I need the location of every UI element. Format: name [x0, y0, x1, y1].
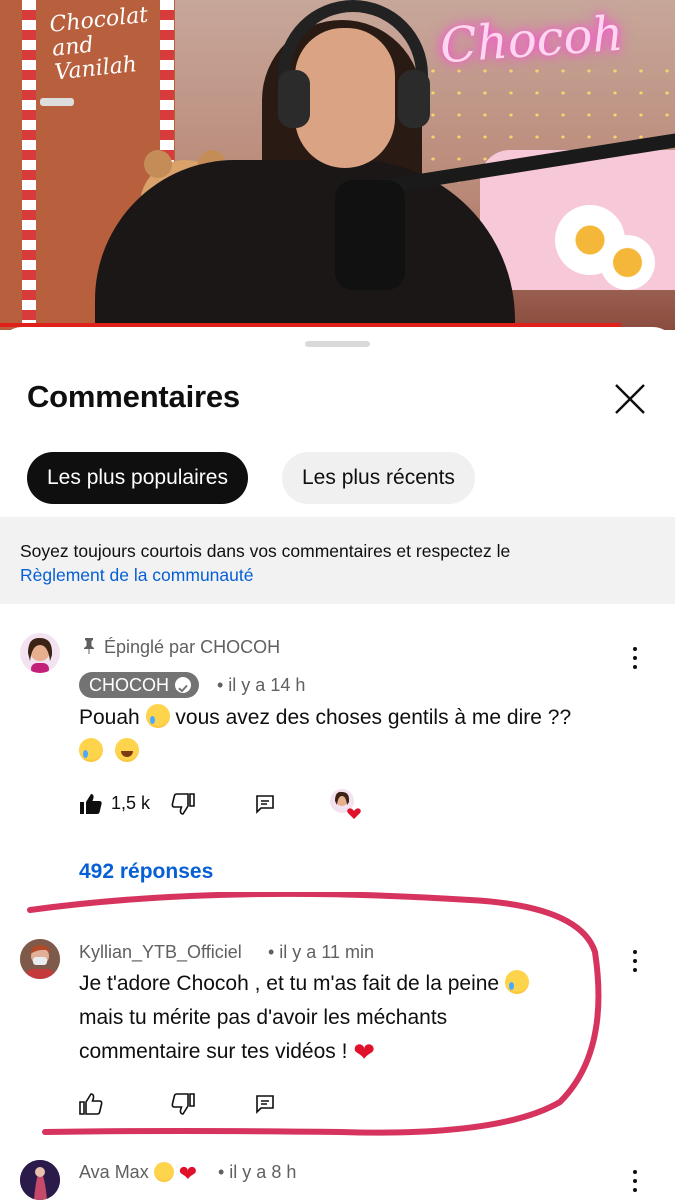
avatar[interactable] — [20, 633, 60, 673]
reply-icon[interactable] — [255, 1094, 275, 1114]
reply-icon[interactable] — [255, 794, 275, 814]
red-heart-emoji-icon: ❤ — [353, 1037, 376, 1067]
avatar[interactable] — [20, 1160, 60, 1200]
crying-emoji-icon — [145, 704, 170, 728]
view-replies-link[interactable]: 492 réponses — [79, 860, 213, 884]
comment-text-part: vous avez des choses gentils à me dire ?… — [175, 706, 572, 729]
comment-time: • il y a 14 h — [217, 675, 306, 695]
comments-sheet: Commentaires Les plus populaires Les plu… — [0, 327, 675, 1200]
sort-chip-recent[interactable]: Les plus récents — [282, 452, 475, 504]
comment-time: • il y a 11 min — [268, 942, 375, 962]
door-handle — [40, 98, 74, 106]
community-notice: Soyez toujours courtois dans vos comment… — [0, 517, 675, 604]
community-guidelines-link[interactable]: Règlement de la communauté — [20, 563, 655, 587]
crying-emoji-icon — [504, 970, 529, 994]
creator-heart-icon — [329, 788, 363, 822]
comment-text-part: Pouah — [79, 706, 140, 729]
like-count: 1,5 k — [111, 793, 151, 813]
author-badge[interactable]: CHOCOH — [79, 672, 199, 698]
headphone-earcup — [398, 70, 430, 128]
comment-text-line: commentaire sur tes vidéos ! — [79, 1040, 348, 1063]
comment-text-line: Je t'adore Chocoh , et tu m'as fait de l… — [79, 972, 500, 995]
microphone — [335, 180, 405, 290]
like-filled-icon[interactable] — [79, 793, 103, 815]
flower-pillow — [600, 235, 655, 290]
comment-options-icon[interactable] — [625, 643, 645, 673]
pin-icon — [84, 638, 94, 654]
video-player[interactable]: Chocolat and Vanilah Chocoh — [0, 0, 675, 330]
comment-author[interactable]: Ava Max ❤ — [79, 1162, 197, 1186]
comment-author[interactable]: Kyllian_YTB_Officiel — [79, 942, 242, 963]
candy-stripe — [22, 0, 36, 330]
comment-options-icon[interactable] — [625, 1166, 645, 1196]
sort-chip-popular[interactable]: Les plus populaires — [27, 452, 248, 504]
star-struck-emoji-icon — [153, 1162, 174, 1182]
sheet-title: Commentaires — [27, 379, 240, 414]
door-logo-text: Chocolat and Vanilah — [48, 2, 150, 86]
comment-author-name: Ava Max — [79, 1162, 149, 1182]
headphone-earcup — [278, 70, 310, 128]
close-icon[interactable] — [610, 379, 650, 419]
pinned-label: Épinglé par CHOCOH — [104, 637, 281, 657]
drag-handle[interactable] — [305, 341, 370, 347]
notice-text: Soyez toujours courtois dans vos comment… — [20, 541, 511, 561]
dislike-icon[interactable] — [171, 793, 195, 815]
dislike-icon[interactable] — [171, 1093, 195, 1115]
comment-text: Pouah vous avez des choses gentils à me … — [79, 701, 639, 769]
like-icon[interactable] — [79, 1093, 103, 1115]
avatar[interactable] — [20, 939, 60, 979]
comment-text: Je t'adore Chocoh , et tu m'as fait de l… — [79, 967, 639, 1069]
comment-author: CHOCOH — [89, 675, 169, 695]
crying-emoji-icon — [79, 738, 103, 762]
comment-time: • il y a 8 h — [218, 1162, 297, 1182]
verified-check-icon — [175, 677, 191, 693]
comment-text-line: mais tu mérite pas d'avoir les méchants — [79, 1006, 448, 1029]
red-heart-emoji-icon: ❤ — [178, 1161, 198, 1186]
grinning-emoji-icon — [114, 738, 139, 762]
